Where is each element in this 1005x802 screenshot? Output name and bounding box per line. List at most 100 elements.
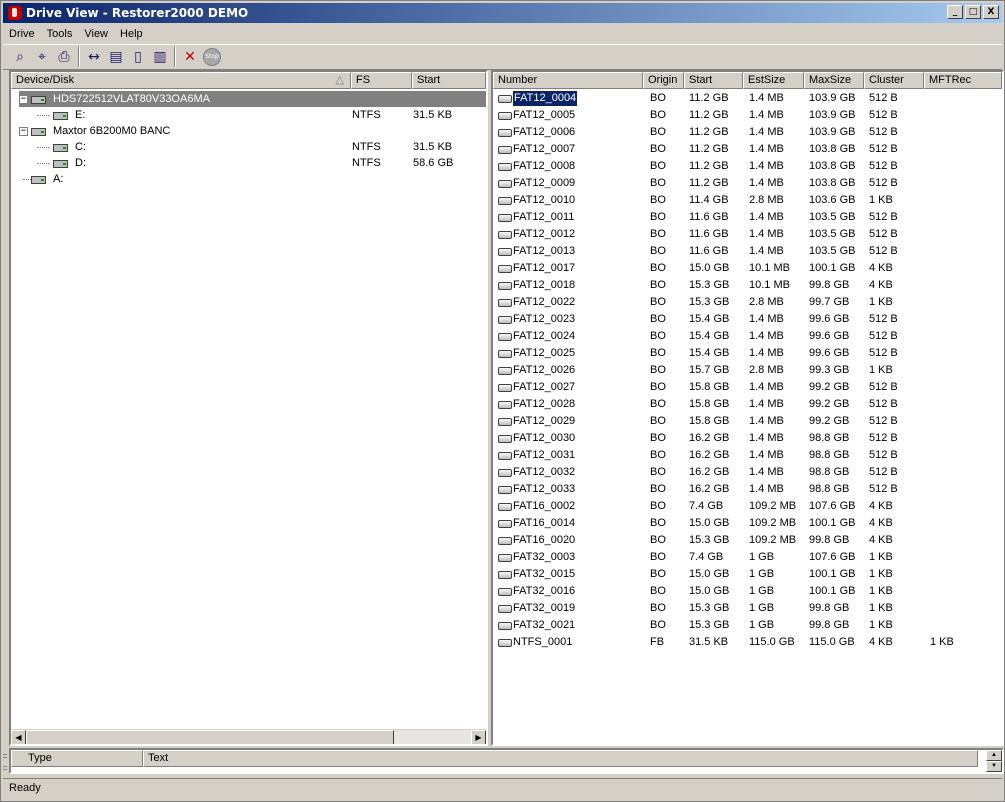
title-bar[interactable]: Drive View - Restorer2000 DEMO _ □ X [3, 3, 1002, 23]
table-row[interactable]: FAT12_0011 BO 11.6 GB 1.4 MB 103.5 GB 512 B [493, 209, 1002, 226]
table-row[interactable]: FAT16_0002 BO 7.4 GB 109.2 MB 107.6 GB 4 KB [493, 498, 1002, 515]
horizontal-scrollbar[interactable]: ◀ ▶ [11, 729, 486, 744]
table-row[interactable]: FAT32_0016 BO 15.0 GB 1 GB 100.1 GB 1 KB [493, 583, 1002, 600]
table-row[interactable]: FAT12_0031 BO 16.2 GB 1.4 MB 98.8 GB 512 B [493, 447, 1002, 464]
close-button[interactable]: X [983, 5, 999, 19]
partition-icon [498, 129, 512, 137]
tree-item-label[interactable]: A: [53, 171, 63, 187]
scroll-up-arrow-icon[interactable]: ▲ [986, 750, 1002, 761]
collapse-icon[interactable]: − [19, 127, 28, 136]
table-row[interactable]: FAT16_0014 BO 15.0 GB 109.2 MB 100.1 GB 4 KB [493, 515, 1002, 532]
table-row[interactable]: FAT16_0020 BO 15.3 GB 109.2 MB 99.8 GB 4 KB [493, 532, 1002, 549]
row-number: FAT32_0019 [513, 602, 576, 614]
maximize-button[interactable]: □ [965, 5, 981, 19]
row-cluster: 1 KB [869, 194, 893, 206]
partition-list-pane[interactable]: Number Origin Start EstSize MaxSize Clus… [491, 70, 1004, 746]
table-row[interactable]: FAT32_0003 BO 7.4 GB 1 GB 107.6 GB 1 KB [493, 549, 1002, 566]
table-row[interactable]: FAT12_0008 BO 11.2 GB 1.4 MB 103.8 GB 512 B [493, 158, 1002, 175]
scroll-down-arrow-icon[interactable]: ▼ [986, 761, 1002, 772]
column-header-start[interactable]: Start [684, 72, 743, 89]
table-row[interactable]: NTFS_0001 FB 31.5 KB 115.0 GB 115.0 GB 4 KB 1 … [493, 634, 1002, 651]
row-number: FAT12_0017 [513, 262, 576, 274]
row-start: 11.6 GB [689, 211, 729, 223]
table-row[interactable]: FAT12_0027 BO 15.8 GB 1.4 MB 99.2 GB 512 B [493, 379, 1002, 396]
scan-button[interactable]: ⌕ [9, 46, 31, 68]
table-row[interactable]: FAT32_0019 BO 15.3 GB 1 GB 99.8 GB 1 KB [493, 600, 1002, 617]
row-start: 15.3 GB [689, 619, 730, 631]
delete-button[interactable]: ✕ [179, 46, 201, 68]
partition-icon [498, 282, 512, 290]
table-row[interactable]: FAT12_0033 BO 16.2 GB 1.4 MB 98.8 GB 512 B [493, 481, 1002, 498]
row-estsize: 115.0 GB [749, 636, 795, 648]
menu-drive[interactable]: Drive [3, 28, 41, 40]
table-row[interactable]: FAT12_0005 BO 11.2 GB 1.4 MB 103.9 GB 512 B [493, 107, 1002, 124]
row-start: 15.3 GB [689, 534, 730, 546]
tree-item-label[interactable]: E: [75, 107, 85, 123]
column-header-type[interactable]: Type [11, 750, 143, 767]
column-header-number[interactable]: Number [493, 72, 643, 89]
column-header-fs[interactable]: FS [351, 72, 412, 89]
paste-button[interactable]: ▥ [149, 46, 171, 68]
partition-icon [498, 418, 512, 426]
scroll-right-arrow-icon[interactable]: ▶ [471, 730, 486, 744]
table-row[interactable]: FAT12_0028 BO 15.8 GB 1.4 MB 99.2 GB 512 B [493, 396, 1002, 413]
tree-item-label[interactable]: Maxtor 6B200M0 BANC [53, 123, 170, 139]
log-pane[interactable]: Type Text ▲ ▼ [9, 748, 1004, 774]
scroll-left-arrow-icon[interactable]: ◀ [11, 730, 26, 744]
table-row[interactable]: FAT12_0017 BO 15.0 GB 10.1 MB 100.1 GB 4 KB [493, 260, 1002, 277]
partition-icon [498, 639, 512, 647]
table-row[interactable]: FAT12_0013 BO 11.6 GB 1.4 MB 103.5 GB 512 B [493, 243, 1002, 260]
search-button[interactable]: ⌖ [31, 46, 53, 68]
row-maxsize: 100.1 GB [809, 517, 856, 529]
menu-view[interactable]: View [78, 28, 114, 40]
copy-button[interactable]: ▯ [127, 46, 149, 68]
collapse-icon[interactable]: − [19, 95, 28, 104]
column-header-maxsize[interactable]: MaxSize [804, 72, 864, 89]
table-row[interactable]: FAT32_0015 BO 15.0 GB 1 GB 100.1 GB 1 KB [493, 566, 1002, 583]
tree-item-label[interactable]: C: [75, 139, 86, 155]
table-row[interactable]: FAT12_0009 BO 11.2 GB 1.4 MB 103.8 GB 512 B [493, 175, 1002, 192]
menu-tools[interactable]: Tools [41, 28, 79, 40]
table-row[interactable]: FAT12_0007 BO 11.2 GB 1.4 MB 103.8 GB 512 B [493, 141, 1002, 158]
column-header-device[interactable]: Device/Disk △ [11, 72, 351, 89]
column-header-text[interactable]: Text [143, 750, 978, 767]
row-maxsize: 103.9 GB [809, 92, 856, 104]
column-header-estsize[interactable]: EstSize [743, 72, 804, 89]
table-row[interactable]: FAT12_0032 BO 16.2 GB 1.4 MB 98.8 GB 512 B [493, 464, 1002, 481]
column-header-start[interactable]: Start [412, 72, 486, 89]
tree-item-label[interactable]: D: [75, 155, 86, 171]
table-row[interactable]: FAT12_0025 BO 15.4 GB 1.4 MB 99.6 GB 512 B [493, 345, 1002, 362]
table-row[interactable]: FAT12_0006 BO 11.2 GB 1.4 MB 103.9 GB 512 B [493, 124, 1002, 141]
table-row[interactable]: FAT12_0010 BO 11.4 GB 2.8 MB 103.6 GB 1 KB [493, 192, 1002, 209]
partition-icon [498, 554, 512, 562]
minimize-button[interactable]: _ [947, 5, 963, 19]
print-button[interactable]: ⎙ [53, 46, 75, 68]
table-row[interactable]: FAT12_0024 BO 15.4 GB 1.4 MB 99.6 GB 512 B [493, 328, 1002, 345]
log-vertical-scrollbar[interactable]: ▲ ▼ [986, 750, 1002, 772]
row-cluster: 512 B [869, 245, 898, 257]
resize-button[interactable]: ↔ [83, 46, 105, 68]
table-row[interactable]: FAT12_0004 BO 11.2 GB 1.4 MB 103.9 GB 512 B [493, 90, 1002, 107]
table-row[interactable]: FAT12_0029 BO 15.8 GB 1.4 MB 99.2 GB 512 B [493, 413, 1002, 430]
table-row[interactable]: FAT12_0030 BO 16.2 GB 1.4 MB 98.8 GB 512 B [493, 430, 1002, 447]
toolbar-separator [78, 47, 80, 67]
table-row[interactable]: FAT12_0026 BO 15.7 GB 2.8 MB 99.3 GB 1 KB [493, 362, 1002, 379]
scroll-thumb[interactable] [26, 730, 394, 744]
table-row[interactable]: FAT12_0012 BO 11.6 GB 1.4 MB 103.5 GB 512 B [493, 226, 1002, 243]
tree-item-label[interactable]: HDS722512VLAT80V33OA6MA [53, 91, 210, 107]
table-row[interactable]: FAT12_0022 BO 15.3 GB 2.8 MB 99.7 GB 1 KB [493, 294, 1002, 311]
row-number: FAT16_0002 [513, 500, 576, 512]
stop-button[interactable]: Stop [201, 46, 223, 68]
row-origin: BO [650, 432, 666, 444]
table-row[interactable]: FAT12_0018 BO 15.3 GB 10.1 MB 99.8 GB 4 KB [493, 277, 1002, 294]
table-row[interactable]: FAT12_0023 BO 15.4 GB 1.4 MB 99.6 GB 512 B [493, 311, 1002, 328]
column-header-mftrec[interactable]: MFTRec [924, 72, 1002, 89]
open-button[interactable]: ▤ [105, 46, 127, 68]
log-pane-grip[interactable] [2, 750, 8, 772]
column-header-origin[interactable]: Origin [643, 72, 684, 89]
menu-help[interactable]: Help [114, 28, 149, 40]
table-row[interactable]: FAT32_0021 BO 15.3 GB 1 GB 99.8 GB 1 KB [493, 617, 1002, 634]
row-number: FAT12_0007 [513, 143, 576, 155]
column-header-cluster[interactable]: Cluster [864, 72, 924, 89]
device-tree-pane[interactable]: Device/Disk △ FS Start − HDS722512VLAT80V… [9, 70, 488, 746]
